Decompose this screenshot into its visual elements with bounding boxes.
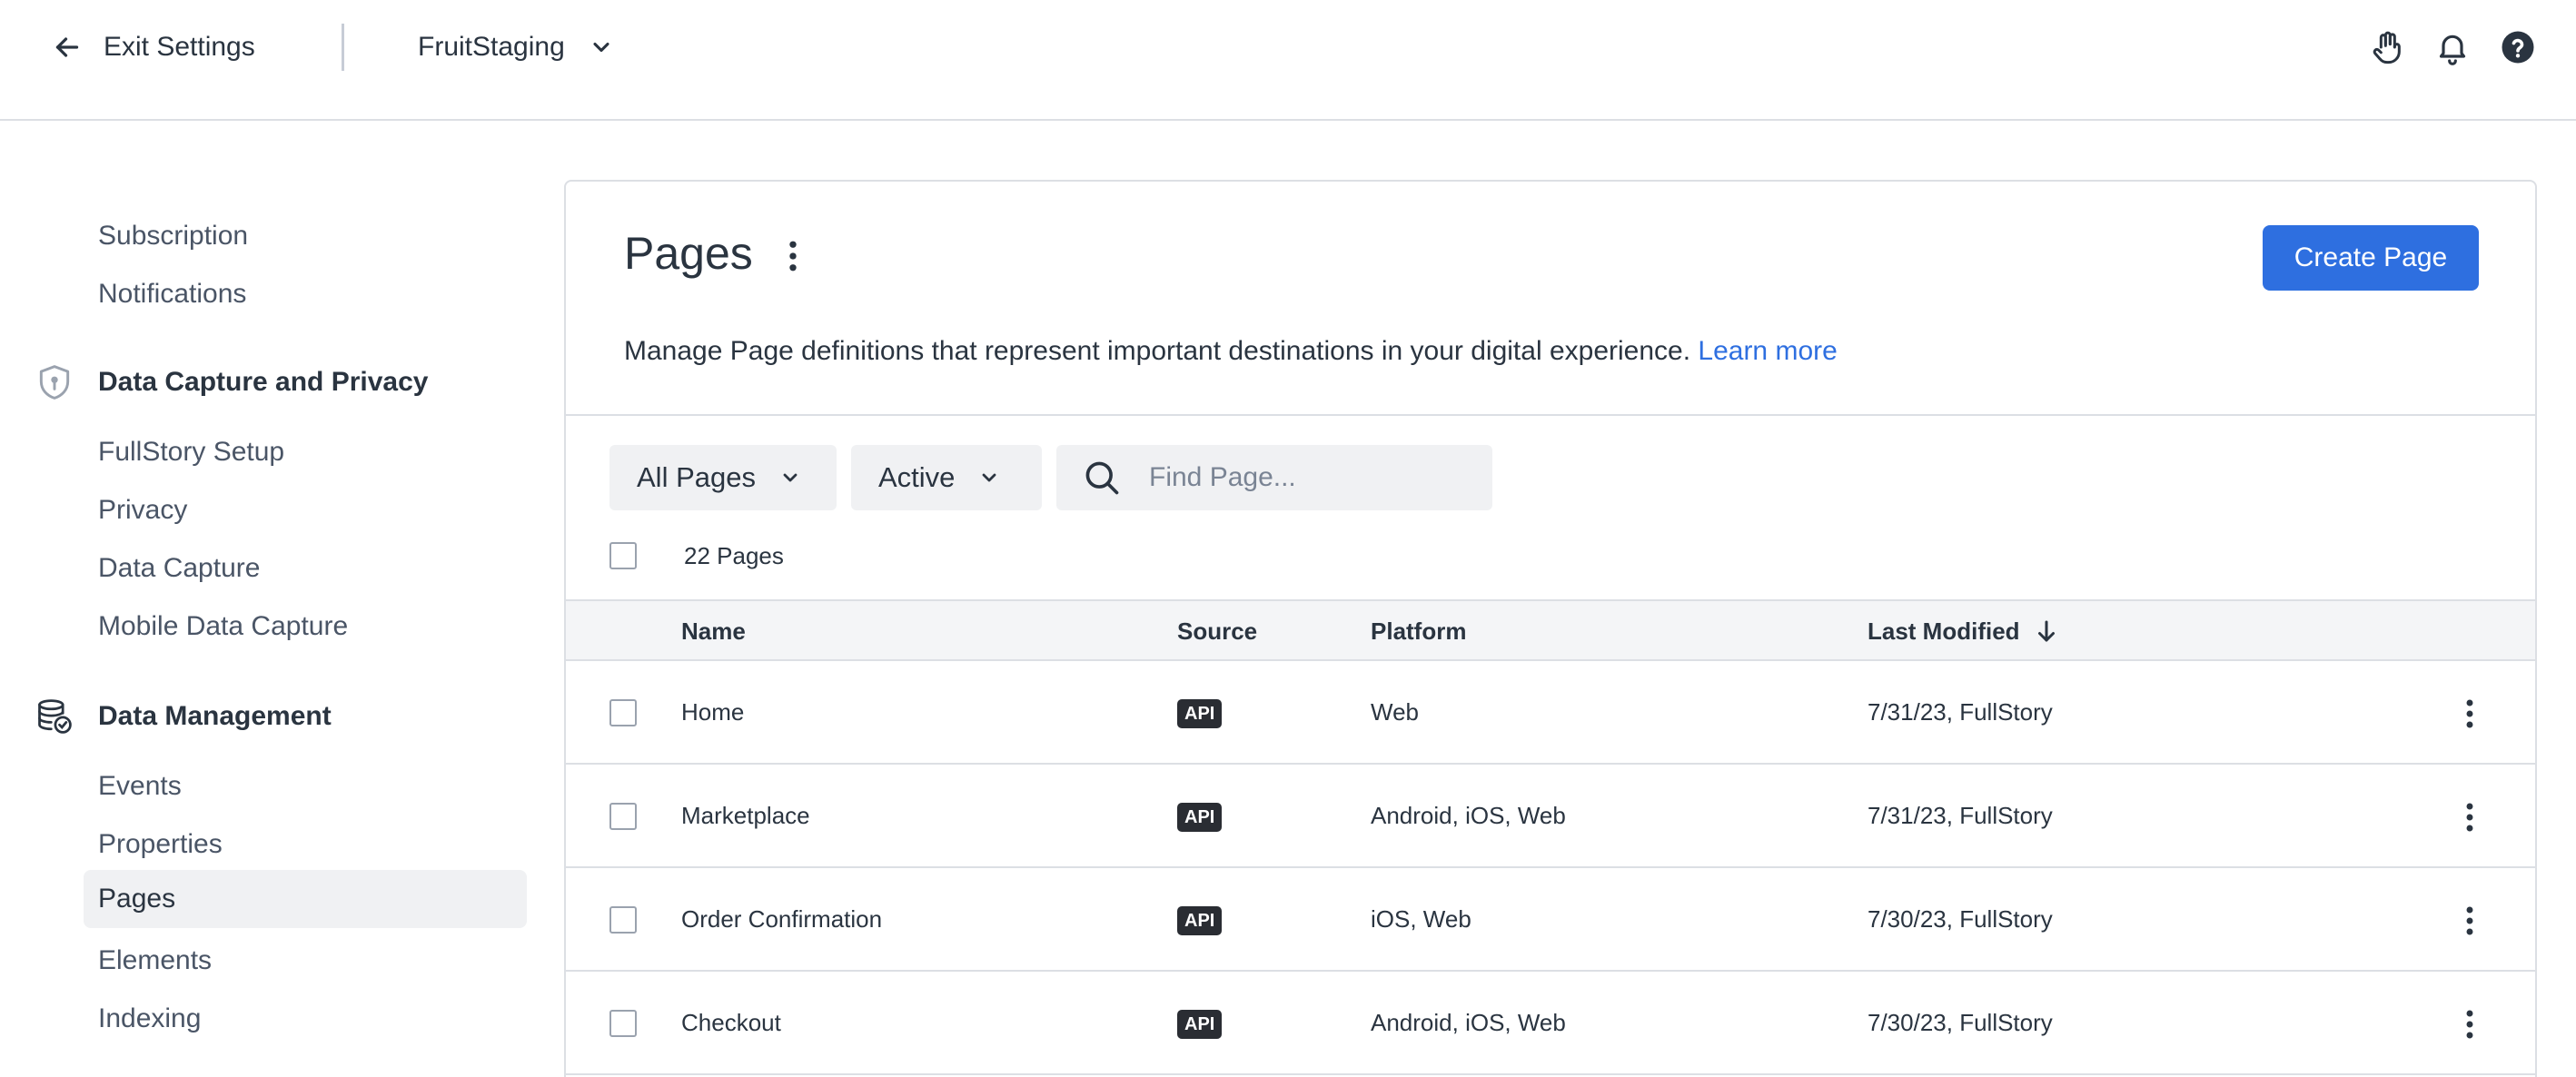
table-header: Name Source Platform Last Modified: [566, 599, 2535, 661]
panel-header: Pages Create Page Manage Page definition…: [566, 182, 2535, 416]
source-badge: API: [1177, 699, 1223, 728]
page-name[interactable]: Marketplace: [681, 765, 810, 866]
description-text: Manage Page definitions that represent i…: [624, 336, 1691, 366]
table-row[interactable]: Checkout API Android, iOS, Web 7/30/23, …: [566, 972, 2535, 1075]
bell-icon: [2439, 35, 2466, 65]
sidebar-item-properties[interactable]: Properties: [98, 815, 223, 874]
sidebar-section-data-management: Data Management: [35, 687, 332, 746]
column-header-platform[interactable]: Platform: [1371, 601, 1466, 661]
platform-cell: Android, iOS, Web: [1371, 1009, 1566, 1036]
topbar-divider: [342, 24, 344, 71]
sidebar-item-elements[interactable]: Elements: [98, 932, 212, 990]
page-name[interactable]: Order Confirmation: [681, 868, 882, 970]
page-options-button[interactable]: [777, 236, 809, 276]
top-icons: [2342, 27, 2538, 67]
create-page-button[interactable]: Create Page: [2263, 225, 2479, 291]
exit-settings-label: Exit Settings: [104, 32, 255, 62]
column-header-name[interactable]: Name: [681, 601, 746, 661]
platform-cell: iOS, Web: [1371, 905, 1471, 933]
top-bar: Exit Settings FruitStaging: [0, 0, 2576, 121]
exit-settings-button[interactable]: Exit Settings: [51, 27, 255, 67]
column-header-last-modified-label: Last Modified: [1868, 618, 2020, 645]
sidebar-item-data-capture[interactable]: Data Capture: [98, 539, 260, 598]
last-modified-cell: 7/30/23, FullStory: [1868, 905, 2053, 933]
column-header-last-modified[interactable]: Last Modified: [1868, 601, 2060, 661]
more-vertical-icon: [789, 241, 797, 272]
row-checkbox[interactable]: [609, 1010, 637, 1037]
column-header-source[interactable]: Source: [1177, 601, 1257, 661]
sidebar-item-events[interactable]: Events: [98, 757, 182, 815]
sidebar-item-indexing[interactable]: Indexing: [98, 990, 201, 1048]
sidebar-item-notifications[interactable]: Notifications: [98, 265, 246, 323]
select-all-checkbox[interactable]: [609, 542, 637, 569]
learn-more-link[interactable]: Learn more: [1698, 336, 1837, 366]
sidebar-item-fullstory-setup[interactable]: FullStory Setup: [98, 423, 284, 481]
status-filter-label: Active: [878, 461, 956, 493]
help-button[interactable]: [2498, 27, 2538, 67]
chevron-down-icon: [593, 42, 609, 53]
arrow-down-icon: [2037, 620, 2055, 642]
hand-icon: [2373, 31, 2401, 64]
table-row[interactable]: Order Confirmation API iOS, Web 7/30/23,…: [566, 868, 2535, 972]
more-vertical-icon: [2466, 699, 2473, 728]
org-switcher[interactable]: FruitStaging: [418, 27, 614, 67]
row-checkbox[interactable]: [609, 906, 637, 934]
org-name: FruitStaging: [418, 32, 565, 62]
page-description: Manage Page definitions that represent i…: [624, 336, 1838, 367]
sidebar-item-mobile-data-capture[interactable]: Mobile Data Capture: [98, 598, 348, 656]
last-modified-cell: 7/31/23, FullStory: [1868, 802, 2053, 829]
sidebar-item-privacy[interactable]: Privacy: [98, 481, 187, 539]
status-filter-dropdown[interactable]: Active: [851, 445, 1042, 510]
sidebar-section-label: Data Capture and Privacy: [98, 367, 429, 397]
search-icon: [1085, 461, 1119, 495]
table-row[interactable]: Marketplace API Android, iOS, Web 7/31/2…: [566, 765, 2535, 868]
hand-button[interactable]: [2367, 27, 2407, 67]
shield-icon: [39, 365, 70, 400]
sidebar-item-pages[interactable]: Pages: [84, 870, 527, 928]
row-checkbox[interactable]: [609, 699, 637, 726]
arrow-left-icon: [55, 37, 79, 57]
row-options-button[interactable]: [2459, 797, 2481, 837]
table-row[interactable]: Home API Web 7/31/23, FullStory: [566, 661, 2535, 765]
more-vertical-icon: [2466, 803, 2473, 832]
source-badge: API: [1177, 803, 1223, 832]
page-count: 22 Pages: [684, 541, 784, 569]
page-title: Pages: [624, 228, 753, 279]
page-name[interactable]: Home: [681, 661, 744, 763]
selection-row: 22 Pages: [609, 538, 784, 574]
search-input[interactable]: [1149, 462, 1449, 493]
notifications-button[interactable]: [2432, 27, 2472, 67]
chevron-down-icon: [783, 473, 798, 482]
last-modified-cell: 7/31/23, FullStory: [1868, 698, 2053, 726]
row-options-button[interactable]: [2459, 1004, 2481, 1044]
row-checkbox[interactable]: [609, 803, 637, 830]
source-badge: API: [1177, 1010, 1223, 1039]
sidebar-item-subscription[interactable]: Subscription: [98, 207, 248, 265]
filter-bar: All Pages Active: [609, 445, 1492, 510]
more-vertical-icon: [2466, 906, 2473, 935]
database-icon: [38, 699, 72, 734]
platform-cell: Web: [1371, 698, 1419, 726]
search-box: [1056, 445, 1492, 510]
page-name[interactable]: Checkout: [681, 972, 781, 1073]
sidebar-section-label: Data Management: [98, 701, 332, 731]
more-vertical-icon: [2466, 1010, 2473, 1039]
scope-filter-dropdown[interactable]: All Pages: [609, 445, 837, 510]
row-options-button[interactable]: [2459, 694, 2481, 734]
pages-panel: Pages Create Page Manage Page definition…: [564, 180, 2537, 1077]
source-badge: API: [1177, 906, 1223, 935]
scope-filter-label: All Pages: [637, 461, 756, 493]
chevron-down-icon: [983, 473, 996, 482]
sidebar-section-data-capture: Data Capture and Privacy: [35, 353, 428, 411]
row-options-button[interactable]: [2459, 901, 2481, 941]
platform-cell: Android, iOS, Web: [1371, 802, 1566, 829]
settings-sidebar: Subscription Notifications Data Capture …: [0, 121, 563, 1077]
last-modified-cell: 7/30/23, FullStory: [1868, 1009, 2053, 1036]
help-icon: [2502, 31, 2534, 64]
